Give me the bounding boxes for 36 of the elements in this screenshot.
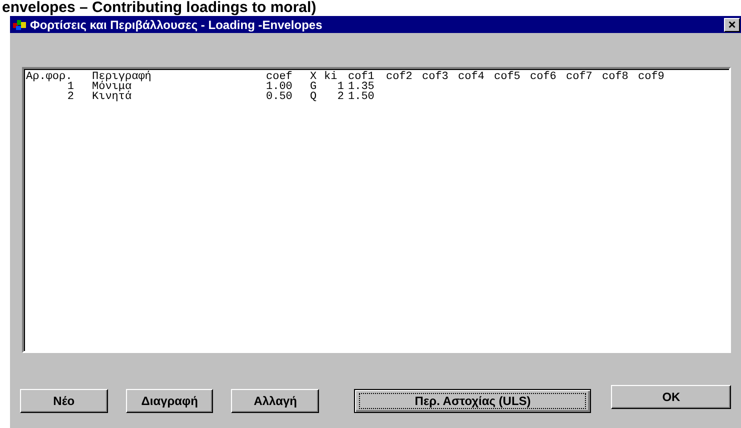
column-header: cof3 xyxy=(422,72,450,82)
page-heading: envelopes – Contributing loadings to moral) xyxy=(1,0,318,16)
column-header: cof7 xyxy=(566,72,594,82)
dialog-button[interactable]: OK xyxy=(611,385,732,409)
dialog-button[interactable]: Νέο xyxy=(20,389,108,413)
dialog-button[interactable]: Περ. Αστοχίας (ULS) xyxy=(354,389,592,413)
column-header: X xyxy=(310,72,318,82)
load-list[interactable]: Αρ.φορ. Περιγραφή coef X ki cof1 cof2 cof3 cof4 cof5 cof6 cof7 cof8 cof9 1 Μόνιμα 1.00 G 1 1.35 2 Κινητά 0.50 Q 2 1.50 xyxy=(22,67,731,353)
column-header: cof6 xyxy=(530,72,558,82)
window-title: Φορτίσεις και Περιβάλλουσες - Loading -Envelopes xyxy=(30,18,324,32)
column-header: Αρ.φορ. xyxy=(26,72,72,82)
table-cell-text: Κινητά xyxy=(92,92,133,102)
table-cell-text: 1.00 xyxy=(266,82,294,92)
column-header: coef xyxy=(266,72,294,82)
table-cell-text: 1.35 xyxy=(348,82,376,92)
table-cell-text: 0.50 xyxy=(266,92,294,102)
column-header: Περιγραφή xyxy=(92,72,152,82)
table-cell-text: 2 xyxy=(66,92,75,102)
column-header: cof9 xyxy=(638,72,666,82)
app-icon xyxy=(13,18,27,30)
table-cell-text: 1 xyxy=(67,82,75,92)
column-header: cof8 xyxy=(602,72,630,82)
column-header: cof1 xyxy=(348,72,376,82)
close-button[interactable]: × xyxy=(724,18,740,32)
table-cell-text: Μόνιμα xyxy=(92,82,132,92)
table-cell-text: G xyxy=(310,82,318,92)
column-header: ki xyxy=(324,72,338,82)
table-cell-text: Q xyxy=(310,92,318,102)
table-cell-text: 1.50 xyxy=(348,92,376,102)
column-header: cof2 xyxy=(386,72,414,82)
table-cell-text: 2 xyxy=(336,92,345,102)
dialog-button[interactable]: Αλλαγή xyxy=(231,389,320,413)
column-header: cof5 xyxy=(494,72,522,82)
dialog-button[interactable]: Διαγραφή xyxy=(126,389,214,413)
column-header: cof4 xyxy=(458,72,486,82)
table-cell-text: 1 xyxy=(336,82,345,92)
